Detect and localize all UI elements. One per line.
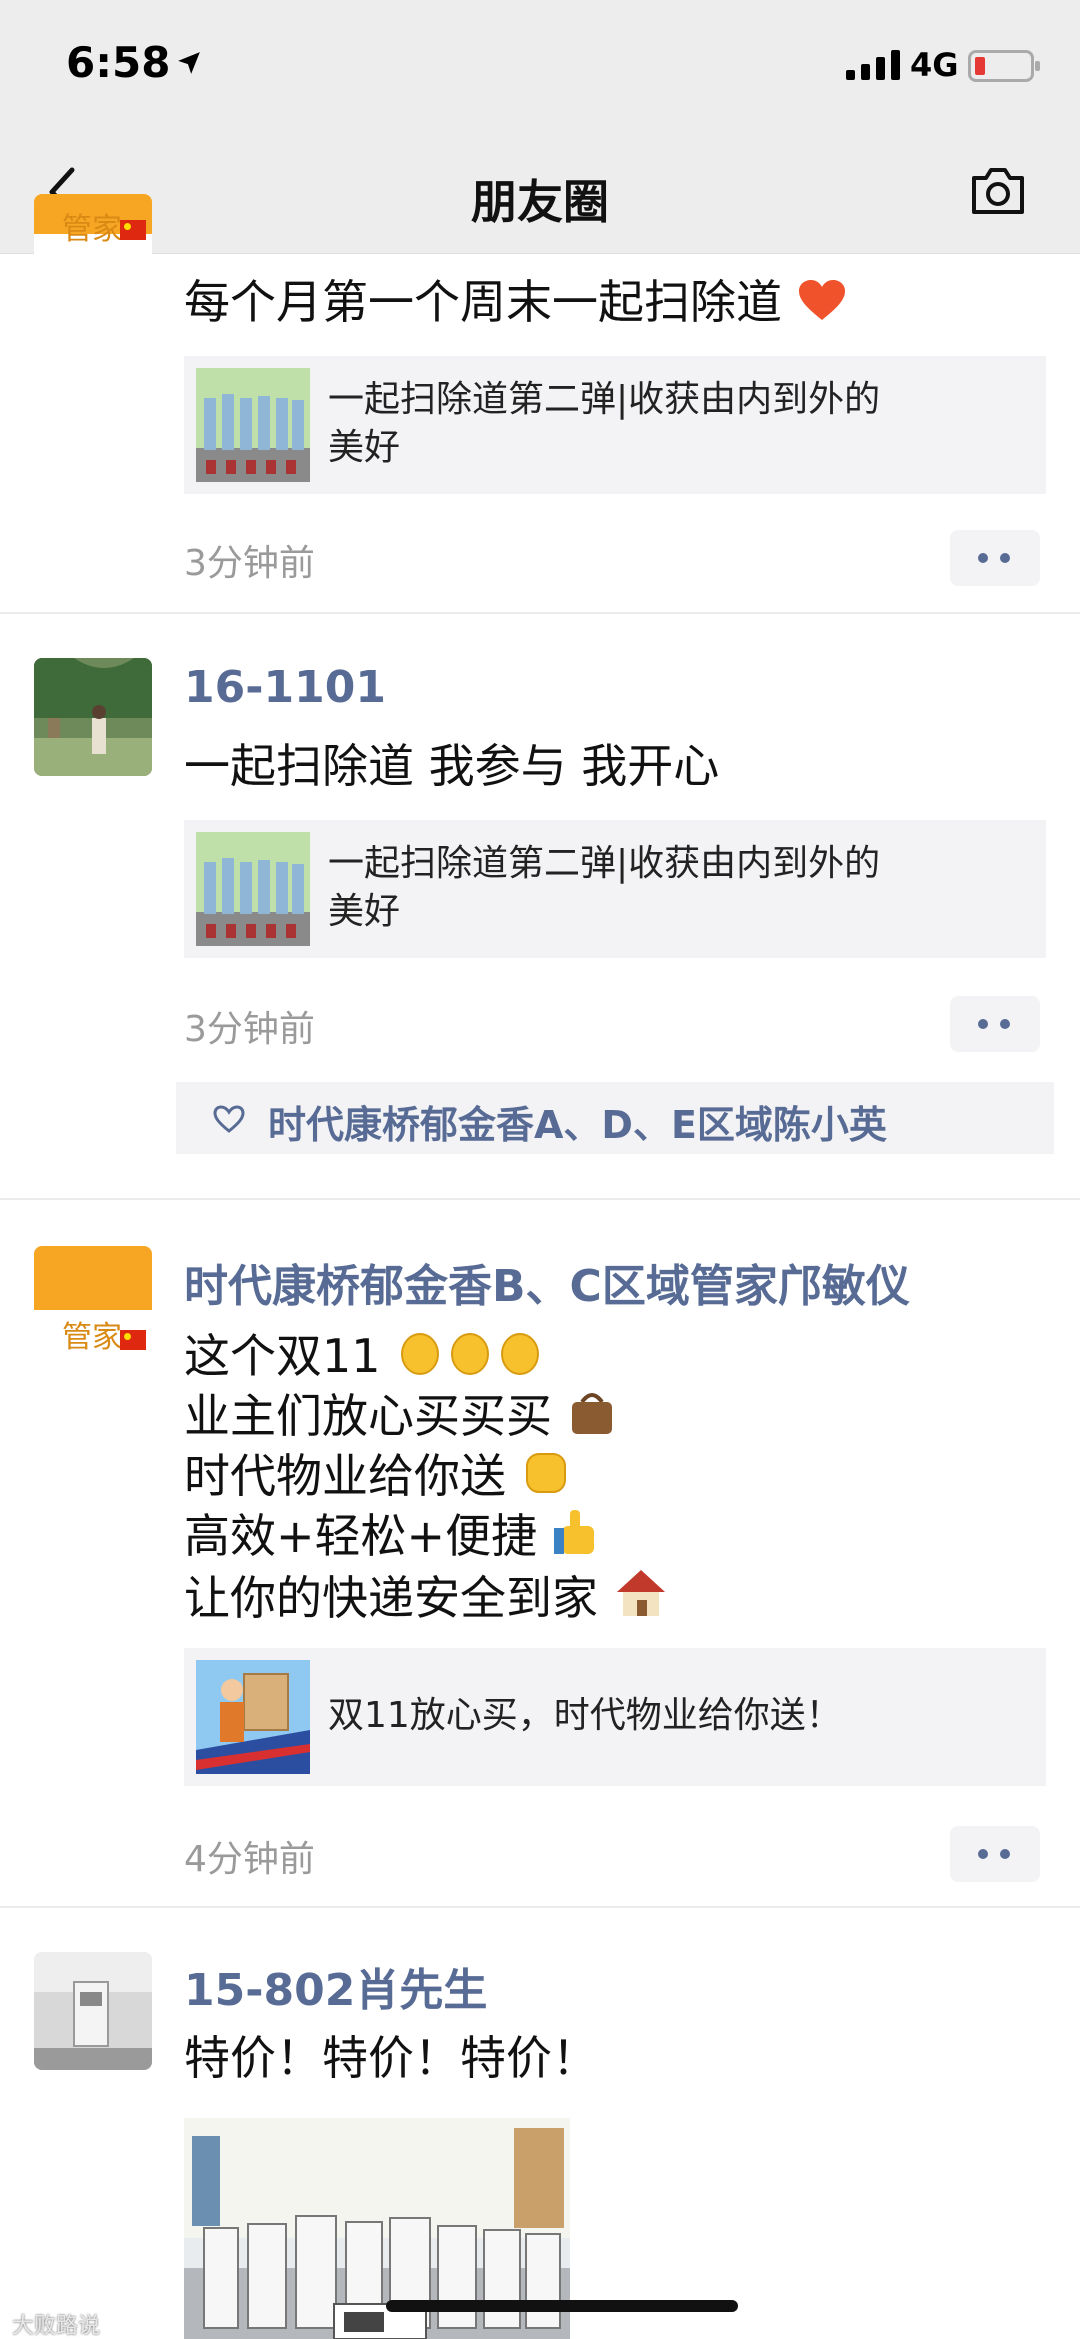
- moment-post: 16-1101 一起扫除道 我参与 我开心 一起扫除道第二弹|收获由内到外的 美…: [0, 614, 1080, 1200]
- shared-link-card[interactable]: 双11放心买，时代物业给你送！: [184, 1648, 1046, 1786]
- post-time: 3分钟前: [184, 1009, 315, 1050]
- house-emoji-icon: [616, 1570, 665, 1616]
- link-thumbnail: [196, 368, 310, 482]
- post-line: 业主们放心买买买: [184, 1389, 552, 1443]
- avatar[interactable]: [34, 658, 152, 776]
- moment-post: 管家 时代康桥郁金香B、C区域管家邝敏仪 这个双11 业主们放心买买买 时代物业…: [0, 1200, 1080, 1908]
- fist-emoji-icon: [525, 1453, 566, 1493]
- china-flag-icon: [120, 220, 146, 240]
- shared-link-card[interactable]: 一起扫除道第二弹|收获由内到外的 美好: [184, 356, 1046, 494]
- avatar-logo-text: 管家: [62, 1320, 122, 1355]
- watermark: 大败路说: [12, 2314, 101, 2339]
- more-button[interactable]: [950, 1826, 1040, 1882]
- link-title-line2: 美好: [328, 891, 401, 932]
- post-time: 3分钟前: [184, 543, 315, 584]
- post-line: 时代物业给你送: [184, 1449, 506, 1503]
- home-indicator[interactable]: [386, 2300, 738, 2312]
- more-button[interactable]: [950, 996, 1040, 1052]
- post-text: 每个月第一个周末一起扫除道: [184, 272, 847, 332]
- thumbs-up-emoji-icon: [553, 1510, 594, 1554]
- moment-post: 管家 每个月第一个周末一起扫除道 一起扫除道第二弹|收获由内到外的 美好 3分钟…: [0, 194, 1080, 614]
- link-title-line2: 美好: [328, 427, 401, 468]
- avatar[interactable]: 管家: [34, 1246, 152, 1364]
- link-title: 一起扫除道第二弹|收获由内到外的 美好: [328, 376, 880, 472]
- more-button[interactable]: [950, 530, 1040, 586]
- like-heart-icon: [213, 1105, 245, 1133]
- camera-icon[interactable]: [968, 164, 1028, 218]
- link-thumbnail: [196, 1660, 310, 1774]
- avatar[interactable]: [34, 1952, 152, 2070]
- location-arrow-icon: [178, 52, 200, 74]
- moment-post: 15-802肖先生 特价！特价！特价！: [0, 1908, 1080, 2339]
- handbag-emoji-icon: [571, 1393, 612, 1434]
- link-title-line1: 一起扫除道第二弹|收获由内到外的: [328, 379, 881, 420]
- post-line: 这个双11: [184, 1329, 381, 1383]
- likes-bar: 时代康桥郁金香A、D、E区域陈小英: [176, 1082, 1054, 1154]
- page-title: 朋友圈: [471, 175, 609, 229]
- avatar-logo-text: 管家: [62, 212, 122, 247]
- post-line: 让你的快递安全到家: [184, 1571, 598, 1625]
- post-time: 4分钟前: [184, 1839, 315, 1880]
- signal-icon: [846, 48, 900, 80]
- avatar[interactable]: 管家: [34, 194, 152, 318]
- heart-emoji-icon: [798, 280, 845, 320]
- china-flag-icon: [120, 1330, 146, 1350]
- post-text: 这个双11 业主们放心买买买 时代物业给你送 高效+轻松+便捷 让你的快递安全到…: [184, 1324, 669, 1628]
- link-title: 一起扫除道第二弹|收获由内到外的 美好: [328, 840, 880, 936]
- link-title: 双11放心买，时代物业给你送！: [328, 1695, 842, 1736]
- clapping-hands-emoji-icon: [401, 1333, 540, 1375]
- author-name[interactable]: 15-802肖先生: [184, 1954, 487, 2018]
- post-text-content: 每个月第一个周末一起扫除道: [184, 275, 782, 329]
- shared-link-card[interactable]: 一起扫除道第二弹|收获由内到外的 美好: [184, 820, 1046, 958]
- post-text: 特价！特价！特价！: [184, 2031, 598, 2085]
- author-name[interactable]: 16-1101: [184, 662, 386, 713]
- network-label: 4G: [910, 46, 959, 84]
- liker-name[interactable]: 时代康桥郁金香A、D、E区域陈小英: [268, 1094, 887, 1149]
- author-name[interactable]: 时代康桥郁金香B、C区域管家邝敏仪: [184, 1250, 910, 1314]
- navigation-bar: 朋友圈: [0, 130, 1080, 254]
- link-title-line1: 一起扫除道第二弹|收获由内到外的: [328, 843, 881, 884]
- post-line: 高效+轻松+便捷: [184, 1509, 538, 1563]
- status-bar: 6:58 4G: [0, 0, 1080, 130]
- post-text: 一起扫除道 我参与 我开心: [184, 739, 720, 793]
- clock: 6:58: [66, 38, 171, 87]
- battery-icon: [968, 50, 1040, 82]
- link-thumbnail: [196, 832, 310, 946]
